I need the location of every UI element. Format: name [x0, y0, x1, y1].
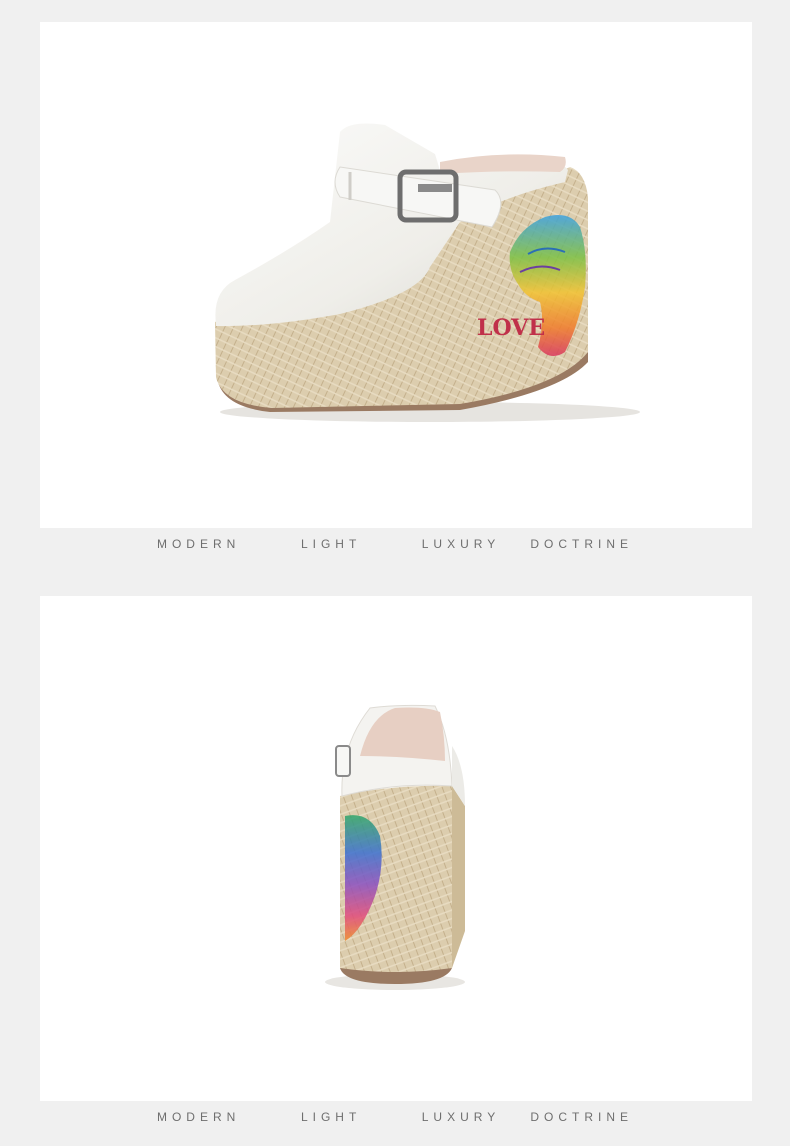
tagline-caption-1: MODERN LIGHT LUXURY DOCTRINE — [156, 537, 634, 551]
love-print-text: LOVE — [477, 315, 545, 341]
shoe-back-view-image — [325, 704, 465, 990]
product-image-panel-back — [40, 596, 752, 1101]
tagline-caption-2: MODERN LIGHT LUXURY DOCTRINE — [156, 1110, 634, 1124]
product-image-panel-side: LOVE — [40, 22, 752, 528]
shoe-side-view-image: LOVE — [215, 123, 640, 422]
